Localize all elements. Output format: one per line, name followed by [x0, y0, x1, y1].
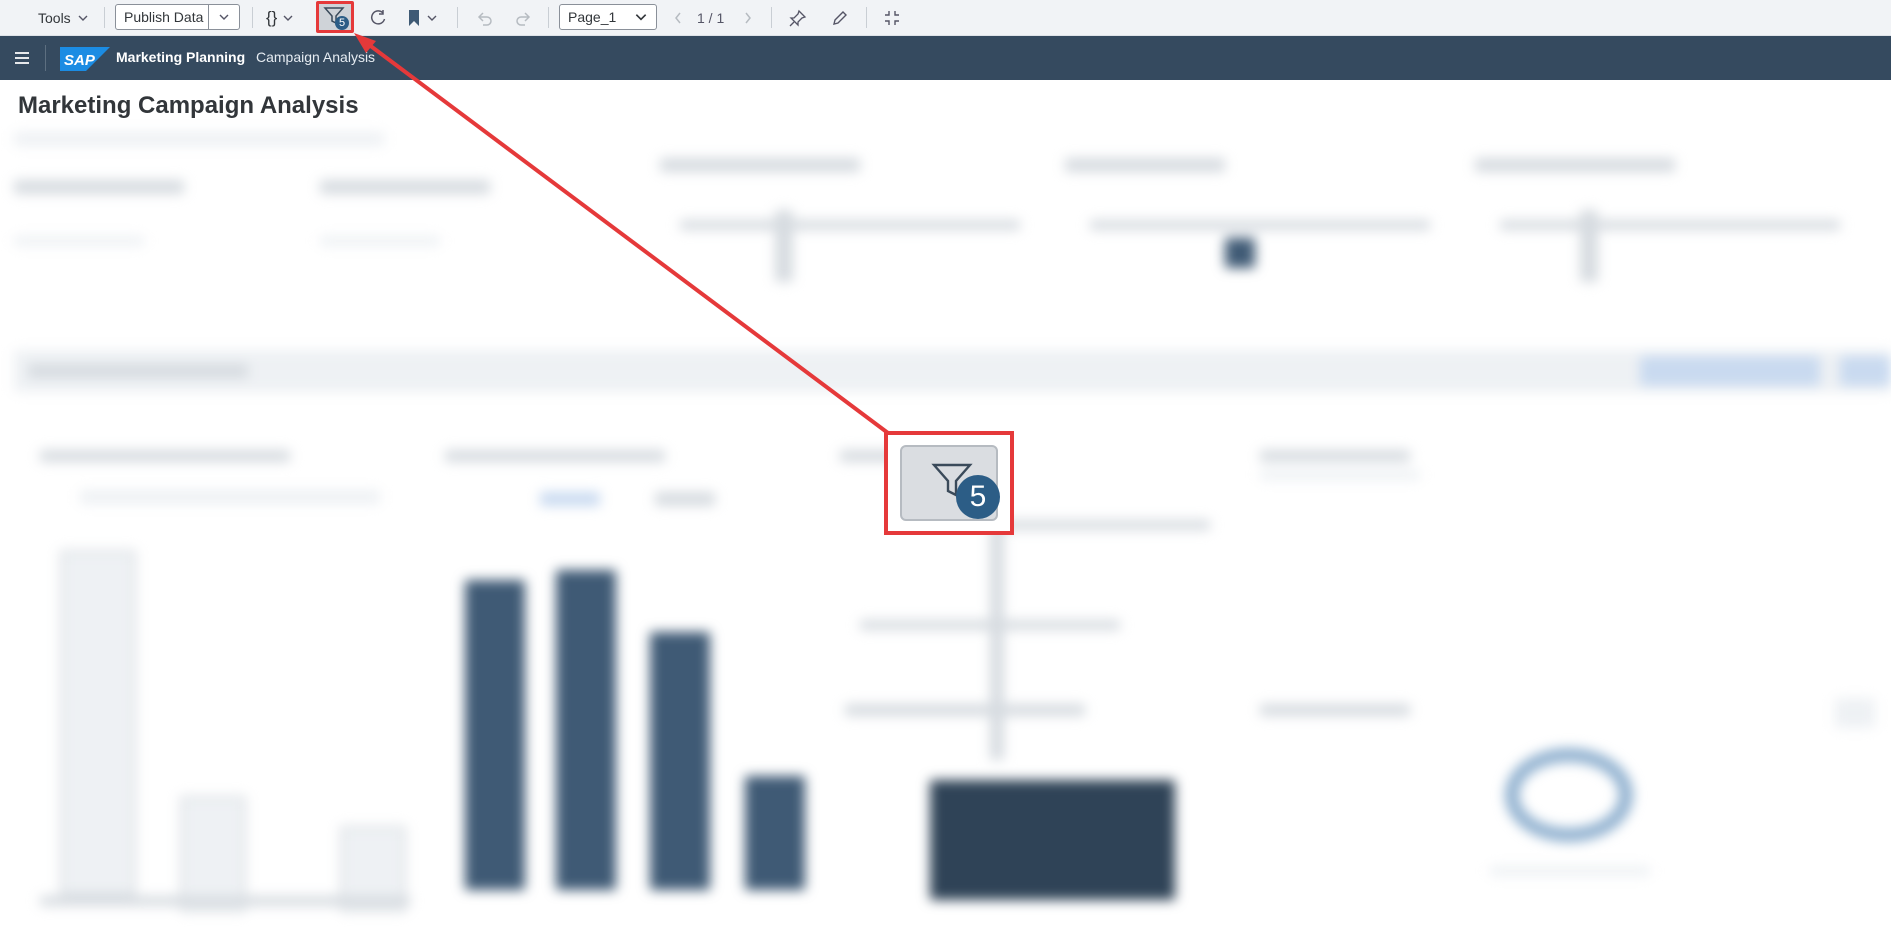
redo-button[interactable]	[510, 4, 538, 32]
pin-button[interactable]	[784, 4, 812, 32]
shell-divider	[45, 45, 46, 71]
pencil-icon	[833, 11, 847, 25]
app-title[interactable]: Marketing Planning	[116, 49, 245, 65]
chevron-down-icon	[635, 14, 647, 21]
toolbar-divider	[548, 7, 549, 28]
filter-count-badge: 5	[335, 16, 349, 30]
chevron-right-icon	[745, 12, 751, 24]
filter-button[interactable]: 5	[316, 1, 354, 33]
page-count: 1 / 1	[697, 10, 725, 26]
toolbar-divider	[866, 7, 867, 28]
sap-logo-text: SAP	[64, 52, 96, 69]
next-page-button[interactable]	[738, 4, 758, 32]
zoomed-filter-button: 5	[900, 445, 1000, 521]
bookmark-icon	[409, 10, 419, 26]
publish-data-button[interactable]: Publish Data	[115, 4, 240, 30]
bookmark-menu[interactable]	[407, 5, 438, 31]
chevron-left-icon	[675, 12, 681, 24]
zoomed-filter-badge: 5	[956, 475, 1000, 519]
refresh-button[interactable]	[364, 4, 392, 32]
publish-data-label: Publish Data	[124, 9, 204, 25]
collapse-button[interactable]	[878, 4, 906, 32]
filter-zoom-callout: 5	[884, 431, 1014, 535]
sap-logo[interactable]: SAP	[60, 47, 110, 71]
toolbar-divider	[104, 7, 105, 28]
chevron-down-icon	[283, 15, 293, 21]
collapse-icon	[885, 11, 899, 25]
braces-icon: {}	[266, 8, 278, 27]
toolbar-divider	[252, 7, 253, 28]
undo-icon	[477, 12, 492, 26]
page-select-value: Page_1	[568, 9, 617, 25]
hamburger-icon	[15, 52, 29, 64]
menu-button[interactable]	[10, 46, 34, 70]
chevron-down-icon	[219, 14, 229, 20]
redo-icon	[516, 12, 531, 26]
refresh-icon	[370, 10, 386, 25]
toolbar-divider	[771, 7, 772, 28]
shell-bar: SAP Marketing Planning Campaign Analysis	[0, 36, 1891, 80]
tools-label: Tools	[38, 10, 71, 26]
chevron-down-icon	[427, 15, 437, 21]
toolbar-divider	[457, 7, 458, 28]
publish-dropdown-toggle[interactable]	[208, 5, 239, 29]
page-title: Marketing Campaign Analysis	[18, 92, 359, 119]
chevron-down-icon	[78, 15, 88, 21]
app-subtitle: Campaign Analysis	[256, 49, 376, 65]
tools-menu[interactable]: Tools	[38, 6, 89, 30]
previous-page-button[interactable]	[668, 4, 688, 32]
formula-menu[interactable]: {}	[266, 6, 294, 30]
toolbar: Tools Publish Data {} 5 Page_1 1 / 1	[0, 0, 1891, 36]
undo-button[interactable]	[470, 4, 498, 32]
pin-icon	[789, 9, 807, 27]
edit-button[interactable]	[826, 4, 854, 32]
page-select[interactable]: Page_1	[559, 4, 657, 30]
